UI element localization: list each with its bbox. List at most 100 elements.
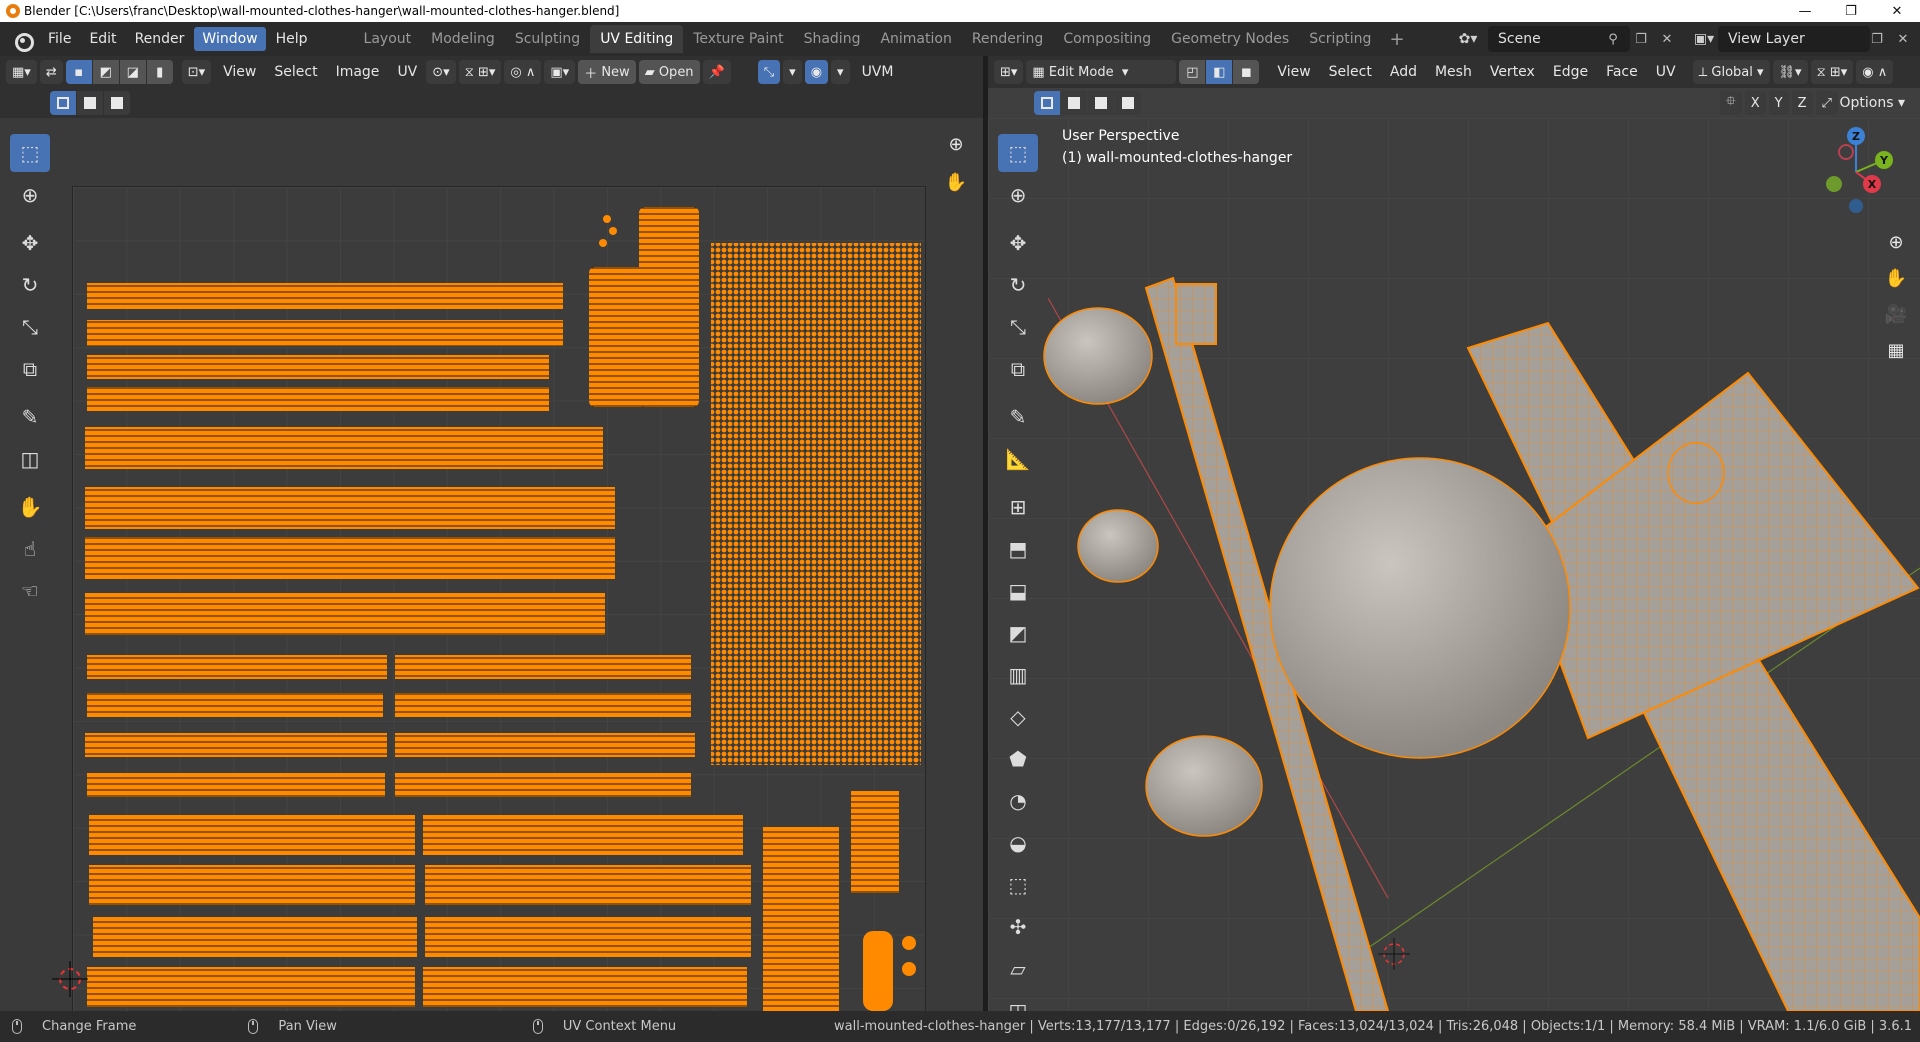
cursor-tool-icon[interactable]: ⊕ xyxy=(10,176,50,214)
tab-rendering[interactable]: Rendering xyxy=(962,25,1054,53)
sync-selection-icon[interactable]: ⇄ xyxy=(39,60,63,84)
vp-menu-mesh[interactable]: Mesh xyxy=(1426,64,1481,80)
annotate-tool-icon[interactable]: ✎ xyxy=(10,398,50,436)
menu-render[interactable]: Render xyxy=(127,27,193,51)
pivot-point-icon[interactable]: ⊙▾ xyxy=(426,60,456,84)
tab-modeling[interactable]: Modeling xyxy=(421,25,505,53)
vp-menu-vertex[interactable]: Vertex xyxy=(1481,64,1544,80)
rip-tool-icon[interactable]: ◫ xyxy=(10,440,50,478)
pivot-dropdown-icon[interactable]: ⛓▾ xyxy=(1772,60,1808,84)
vp-measure-icon[interactable]: 📐 xyxy=(998,440,1038,478)
delete-view-layer-icon[interactable]: ✕ xyxy=(1892,28,1914,50)
vp-extend-selection-icon[interactable] xyxy=(1061,91,1087,115)
vp-set-selection-icon[interactable] xyxy=(1034,91,1060,115)
edge-select-icon[interactable]: ◩ xyxy=(92,60,119,84)
tab-texture-paint[interactable]: Texture Paint xyxy=(683,25,793,53)
extend-selection-icon[interactable] xyxy=(77,91,103,115)
edge-slide-icon[interactable]: ⬚ xyxy=(998,866,1038,904)
vp-menu-edge[interactable]: Edge xyxy=(1544,64,1597,80)
tab-uv-editing[interactable]: UV Editing xyxy=(590,25,684,53)
mirror-icon[interactable]: ⯐ xyxy=(1720,91,1742,115)
close-window-button[interactable]: ✕ xyxy=(1874,0,1920,22)
navigation-gizmo[interactable]: Z Y X xyxy=(1806,122,1906,222)
loop-cut-icon[interactable]: ▥ xyxy=(998,656,1038,694)
viewport-editor-type-icon[interactable]: ⊞▾ xyxy=(994,60,1024,84)
inset-icon[interactable]: ⬓ xyxy=(998,572,1038,610)
snap-toggle-icon[interactable]: ⧖ ⊞▾ xyxy=(1810,60,1854,84)
sticky-selection-icon[interactable]: ⊡▾ xyxy=(181,60,212,84)
minimize-button[interactable]: — xyxy=(1782,0,1828,22)
proportional-edit-icon[interactable]: ◎ ∧ xyxy=(504,60,542,84)
mirror-x-toggle[interactable]: X xyxy=(1744,91,1766,115)
2d-cursor-icon[interactable] xyxy=(50,959,90,999)
subtract-selection-icon[interactable] xyxy=(104,91,130,115)
shrink-fatten-icon[interactable]: ✣ xyxy=(998,908,1038,946)
vp-zoom-icon[interactable]: ⊕ xyxy=(1880,226,1912,258)
transform-tool-icon[interactable]: ⧉ xyxy=(10,350,50,388)
vp-menu-add[interactable]: Add xyxy=(1381,64,1426,80)
uv-sync-view-icon[interactable]: ⤡ xyxy=(757,60,781,84)
new-view-layer-icon[interactable]: ❐ xyxy=(1866,28,1888,50)
mode-dropdown[interactable]: ▦ Edit Mode ▾ xyxy=(1026,60,1177,84)
image-browse-icon[interactable]: ▣▾ xyxy=(544,60,576,84)
tab-compositing[interactable]: Compositing xyxy=(1053,25,1161,53)
new-scene-icon[interactable]: ❐ xyxy=(1630,28,1652,50)
uv-menu-view[interactable]: View xyxy=(214,64,265,80)
tab-geometry-nodes[interactable]: Geometry Nodes xyxy=(1161,25,1299,53)
vp-menu-view[interactable]: View xyxy=(1268,64,1319,80)
vp-menu-face[interactable]: Face xyxy=(1597,64,1647,80)
select-box-tool-icon[interactable]: ⬚ xyxy=(10,134,50,172)
vp-rotate-icon[interactable]: ↻ xyxy=(998,266,1038,304)
vertex-mode-icon[interactable]: ◰ xyxy=(1179,60,1206,84)
viewport-canvas[interactable]: User Perspective (1) wall-mounted-clothe… xyxy=(988,118,1920,1023)
snap-icon[interactable]: ⧖ ⊞▾ xyxy=(458,60,502,84)
tab-sculpting[interactable]: Sculpting xyxy=(505,25,590,53)
rotate-tool-icon[interactable]: ↻ xyxy=(10,266,50,304)
tab-shading[interactable]: Shading xyxy=(794,25,871,53)
menu-help[interactable]: Help xyxy=(268,27,316,51)
uv-overlays-icon[interactable]: ◉ xyxy=(804,60,829,84)
menu-window[interactable]: Window xyxy=(194,27,266,51)
add-cube-icon[interactable]: ⊞ xyxy=(998,488,1038,526)
shear-icon[interactable]: ▱ xyxy=(998,950,1038,988)
tab-layout[interactable]: Layout xyxy=(354,25,422,53)
uv-menu-select[interactable]: Select xyxy=(265,64,326,80)
vp-annotate-icon[interactable]: ✎ xyxy=(998,398,1038,436)
pinch-tool-icon[interactable]: ☜ xyxy=(10,572,50,610)
transform-orientation-dropdown[interactable]: ⟂ Global ▾ xyxy=(1692,60,1770,84)
edge-mode-icon[interactable]: ◧ xyxy=(1206,60,1233,84)
knife-icon[interactable]: ◇ xyxy=(998,698,1038,736)
vp-menu-select[interactable]: Select xyxy=(1320,64,1381,80)
vp-cursor-icon[interactable]: ⊕ xyxy=(998,176,1038,214)
move-tool-icon[interactable]: ✥ xyxy=(10,224,50,262)
zoom-icon[interactable]: ⊕ xyxy=(940,128,972,160)
open-image-button[interactable]: ▰ Open xyxy=(638,60,700,84)
smooth-icon[interactable]: ◒ xyxy=(998,824,1038,862)
uv-overlays-dropdown-icon[interactable]: ▾ xyxy=(831,60,850,84)
menu-edit[interactable]: Edit xyxy=(81,27,124,51)
spin-icon[interactable]: ◔ xyxy=(998,782,1038,820)
vp-transform-icon[interactable]: ⧉ xyxy=(998,350,1038,388)
menu-file[interactable]: File xyxy=(40,27,79,51)
maximize-button[interactable]: ❐ xyxy=(1828,0,1874,22)
add-workspace-icon[interactable]: + xyxy=(1381,25,1412,54)
face-mode-icon[interactable]: ◼ xyxy=(1233,60,1260,84)
vp-subtract-selection-icon[interactable] xyxy=(1088,91,1114,115)
uv-grid[interactable] xyxy=(72,186,926,1041)
ortho-toggle-icon[interactable]: ▦ xyxy=(1880,334,1912,366)
view-layer-field[interactable]: View Layer xyxy=(1718,26,1870,52)
delete-scene-icon[interactable]: ✕ xyxy=(1656,28,1678,50)
bevel-icon[interactable]: ◩ xyxy=(998,614,1038,652)
proportional-icon[interactable]: ◉ ∧ xyxy=(1856,60,1894,84)
pin-icon[interactable]: 📌 xyxy=(702,60,731,84)
uv-sync-dropdown-icon[interactable]: ▾ xyxy=(783,60,802,84)
pan-hand-icon[interactable]: ✋ xyxy=(940,166,972,198)
island-select-icon[interactable]: ▮ xyxy=(146,60,173,84)
poly-build-icon[interactable]: ⬟ xyxy=(998,740,1038,778)
vp-move-icon[interactable]: ✥ xyxy=(998,224,1038,262)
extrude-icon[interactable]: ⬒ xyxy=(998,530,1038,568)
vp-menu-uv[interactable]: UV xyxy=(1647,64,1685,80)
mirror-y-toggle[interactable]: Y xyxy=(1768,91,1789,115)
uv-canvas[interactable]: ⬚ ⊕ ✥ ↻ ⤡ ⧉ ✎ ◫ ✋ ☝ ☜ ⊕ ✋ xyxy=(0,118,983,1041)
uv-map-label[interactable]: UVM xyxy=(853,64,903,80)
